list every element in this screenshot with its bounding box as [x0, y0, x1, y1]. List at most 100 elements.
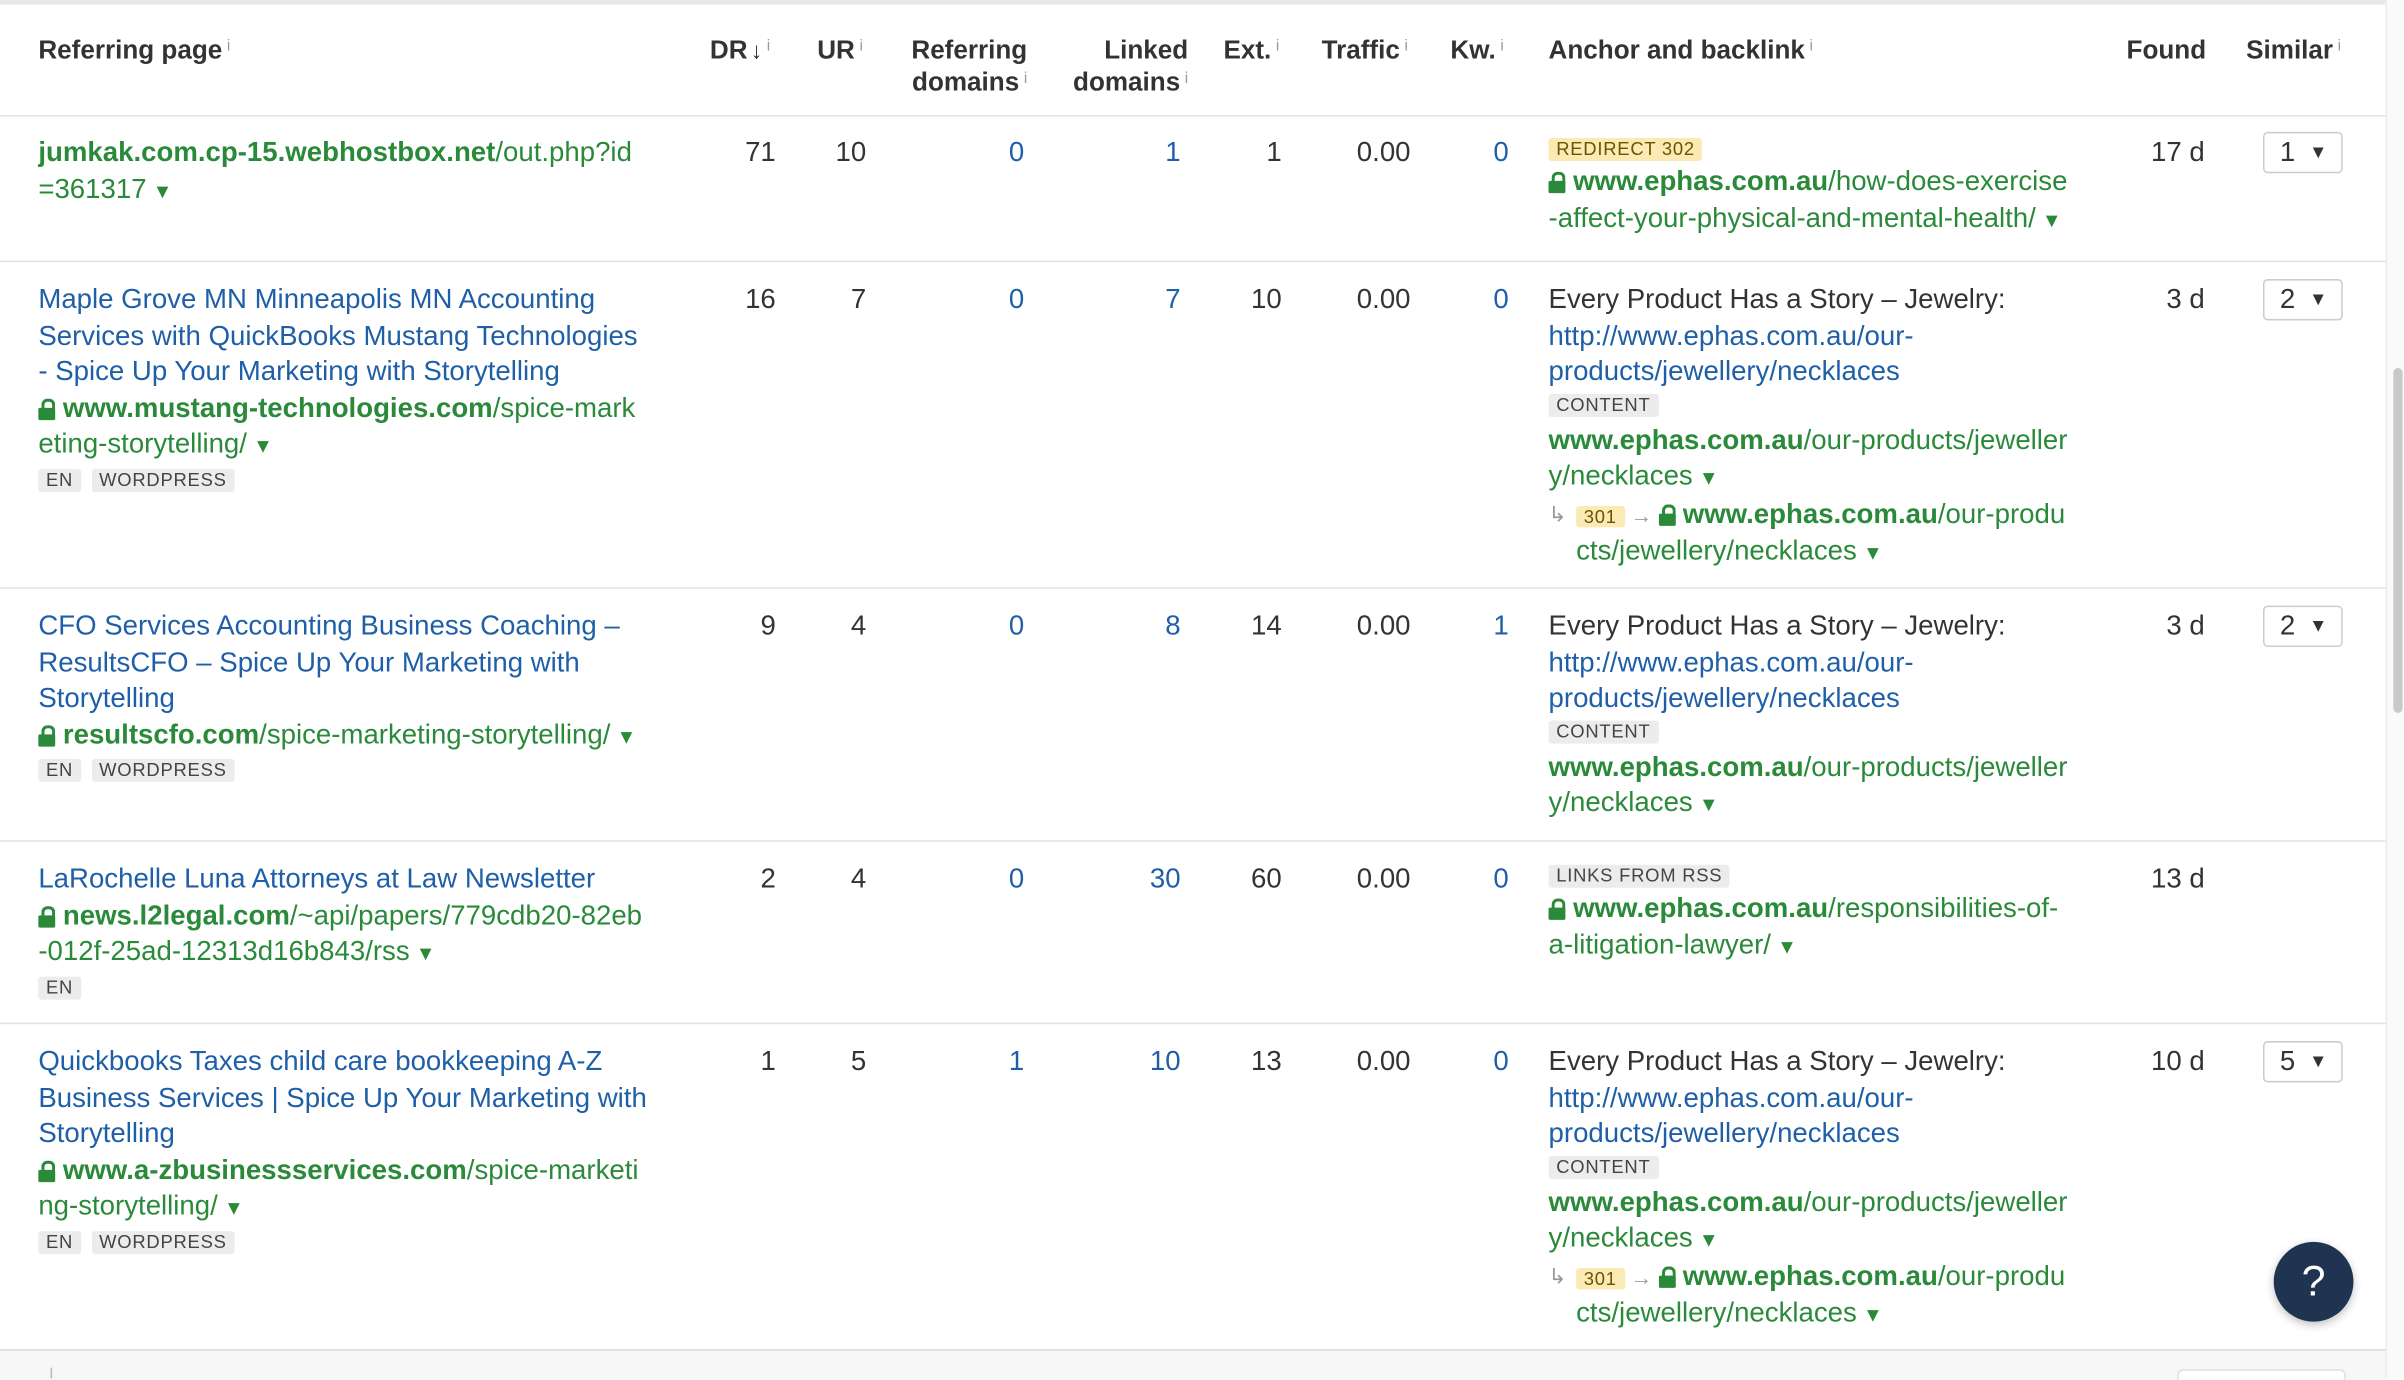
info-icon[interactable]: i	[767, 38, 770, 55]
similar-dropdown[interactable]: 2 ▼	[2263, 279, 2343, 321]
similar-dropdown[interactable]: 1 ▼	[2263, 131, 2343, 174]
sort-desc-icon[interactable]: ↓	[751, 38, 762, 64]
caret-down-icon[interactable]: ▼	[1699, 466, 1719, 489]
found-value: 13 d	[2151, 863, 2205, 894]
caret-down-icon[interactable]: ▼	[253, 434, 273, 457]
footer-control[interactable]	[2177, 1369, 2346, 1380]
redirect-code-badge: 301	[1576, 1267, 1625, 1289]
url-path: /our-produ	[1937, 497, 2066, 529]
linked-domains-value[interactable]: 1	[1073, 135, 1180, 171]
info-icon[interactable]: i	[1404, 38, 1407, 55]
backlinks-table: Referring page i DR ↓ i UR i Referring domain…	[0, 0, 2404, 1380]
similar-dropdown[interactable]: 5 ▼	[2263, 1041, 2343, 1083]
caret-down-icon[interactable]: ▼	[2042, 208, 2062, 231]
backlink-url[interactable]: www.ephas.com.au/our-products/jeweller y/…	[1549, 749, 2089, 823]
kw-value[interactable]: 0	[1441, 282, 1508, 318]
info-icon[interactable]: i	[1500, 38, 1503, 55]
header-kw[interactable]: Kw. i	[1450, 34, 1503, 66]
info-icon[interactable]: i	[859, 38, 862, 55]
header-referring-domains[interactable]: Referring domains i	[889, 34, 1027, 98]
info-icon[interactable]: i	[227, 38, 230, 55]
anchor-url[interactable]: http://www.ephas.com.au/our-products/jew…	[1549, 1080, 2089, 1152]
referring-page-title[interactable]: CFO Services Accounting Business Coachin…	[38, 609, 670, 717]
referring-page-url[interactable]: news.l2legal.com/~api/papers/779cdb20-82…	[38, 898, 670, 972]
kw-value[interactable]: 0	[1441, 1044, 1508, 1080]
referring-domains-value[interactable]: 1	[920, 1044, 1024, 1080]
kw-value[interactable]: 0	[1441, 862, 1508, 898]
language-tag: EN	[38, 468, 81, 492]
url-path: eting-storytelling/	[38, 427, 247, 459]
url-path: /our-products/jeweller	[1803, 1185, 2068, 1217]
referring-page-url[interactable]: resultscfo.com/spice-marketing-storytell…	[38, 717, 670, 755]
referring-page-cell: jumkak.com.cp-15.webhostbox.net/out.php?…	[38, 135, 670, 209]
backlink-url[interactable]: www.ephas.com.au/how-does-exercise -affec…	[1548, 164, 2089, 238]
referring-domains-value[interactable]: 0	[920, 862, 1024, 898]
referring-domains-value[interactable]: 0	[920, 282, 1024, 318]
header-found[interactable]: Found	[2127, 34, 2207, 66]
referring-page-title[interactable]: Maple Grove MN Minneapolis MN Accounting…	[38, 282, 670, 390]
lock-icon	[38, 724, 56, 746]
backlink-url[interactable]: www.ephas.com.au/responsibilities-of-a-l…	[1548, 891, 2089, 965]
header-ur[interactable]: UR i	[817, 34, 863, 66]
redirect-chain[interactable]: ↳ 301 → www.ephas.com.au/our-produ cts/jewel…	[1549, 1258, 2089, 1333]
header-anchor-backlink[interactable]: Anchor and backlink i	[1549, 34, 1813, 66]
anchor-cell: LINKS FROM RSS www.ephas.com.au/responsi…	[1548, 862, 2089, 965]
url-path: =361317	[38, 172, 147, 204]
linked-domains-value[interactable]: 8	[1073, 609, 1180, 645]
traffic-value: 0.00	[1356, 610, 1411, 641]
lock-icon	[1548, 171, 1566, 194]
info-icon[interactable]: i	[2338, 38, 2341, 55]
anchor-url[interactable]: http://www.ephas.com.au/our-products/jew…	[1549, 645, 2089, 717]
traffic-value: 0.00	[1356, 1045, 1411, 1077]
backlink-url[interactable]: www.ephas.com.au/our-products/jeweller y/…	[1549, 422, 2089, 496]
referring-page-url[interactable]: jumkak.com.cp-15.webhostbox.net/out.php?…	[38, 135, 670, 209]
referring-page-title[interactable]: LaRochelle Luna Attorneys at Law Newslet…	[38, 862, 670, 898]
url-part: http://www.ephas.com.au/our-	[1548, 1081, 1914, 1113]
header-dr[interactable]: DR ↓ i	[710, 34, 770, 68]
similar-dropdown[interactable]: 2 ▼	[2263, 605, 2343, 648]
caret-down-icon[interactable]: ▼	[153, 179, 173, 202]
linked-domains-value[interactable]: 30	[1073, 862, 1181, 898]
anchor-text: Every Product Has a Story – Jewelry:	[1548, 1045, 2006, 1077]
kw-value[interactable]: 1	[1441, 609, 1508, 645]
url-path: /~api/papers/779cdb20-82eb	[289, 899, 643, 930]
scrollbar-thumb[interactable]	[2393, 367, 2403, 713]
header-linked-domains[interactable]: Linked domains i	[1043, 34, 1188, 98]
referring-page-title[interactable]: Quickbooks Taxes child care bookkeeping …	[38, 1044, 670, 1152]
anchor-text: Every Product Has a Story – Jewelry:	[1548, 610, 2006, 641]
similar-value: 2	[2279, 610, 2296, 641]
referring-domains-value[interactable]: 0	[920, 135, 1024, 171]
lock-icon	[38, 1159, 56, 1182]
info-icon[interactable]: i	[1809, 38, 1812, 55]
header-similar[interactable]: Similar i	[2246, 34, 2341, 66]
caret-down-icon[interactable]: ▼	[1777, 934, 1797, 957]
linked-domains-value[interactable]: 7	[1073, 282, 1180, 318]
caret-down-icon[interactable]: ▼	[617, 724, 637, 747]
caret-down-icon[interactable]: ▼	[416, 941, 436, 964]
caret-down-icon[interactable]: ▼	[224, 1196, 244, 1219]
help-button[interactable]: ?	[2273, 1241, 2354, 1322]
linked-domains-value[interactable]: 10	[1073, 1044, 1181, 1080]
info-icon[interactable]: i	[1024, 71, 1027, 88]
title-line: Maple Grove MN Minneapolis MN Accounting	[38, 283, 596, 315]
chevron-down-icon: ▼	[2309, 614, 2328, 637]
backlink-url[interactable]: www.ephas.com.au/our-products/jeweller y/…	[1549, 1184, 2089, 1258]
kw-value[interactable]: 0	[1441, 135, 1508, 171]
info-icon[interactable]: i	[1276, 38, 1279, 55]
header-referring-page[interactable]: Referring page i	[38, 34, 230, 66]
dr-value: 71	[745, 136, 776, 168]
info-icon[interactable]: i	[1185, 71, 1188, 88]
header-ext[interactable]: Ext. i	[1223, 34, 1279, 66]
caret-down-icon[interactable]: ▼	[1699, 1228, 1719, 1251]
caret-down-icon[interactable]: ▼	[1699, 793, 1719, 816]
referring-page-url[interactable]: www.mustang-technologies.com/spice-mark e…	[38, 390, 670, 464]
referring-domains-value[interactable]: 0	[920, 609, 1024, 645]
referring-page-url[interactable]: www.a-zbusinessservices.com/spice-market…	[38, 1152, 670, 1226]
anchor-url[interactable]: http://www.ephas.com.au/our-products/jew…	[1549, 318, 2089, 390]
row-divider	[0, 114, 2386, 117]
header-traffic[interactable]: Traffic i	[1322, 34, 1408, 66]
redirect-chain[interactable]: ↳ 301 → www.ephas.com.au/our-produ cts/jewel…	[1549, 496, 2089, 571]
dr-value: 1	[760, 1045, 776, 1077]
caret-down-icon[interactable]: ▼	[1863, 1303, 1883, 1326]
caret-down-icon[interactable]: ▼	[1863, 541, 1883, 564]
